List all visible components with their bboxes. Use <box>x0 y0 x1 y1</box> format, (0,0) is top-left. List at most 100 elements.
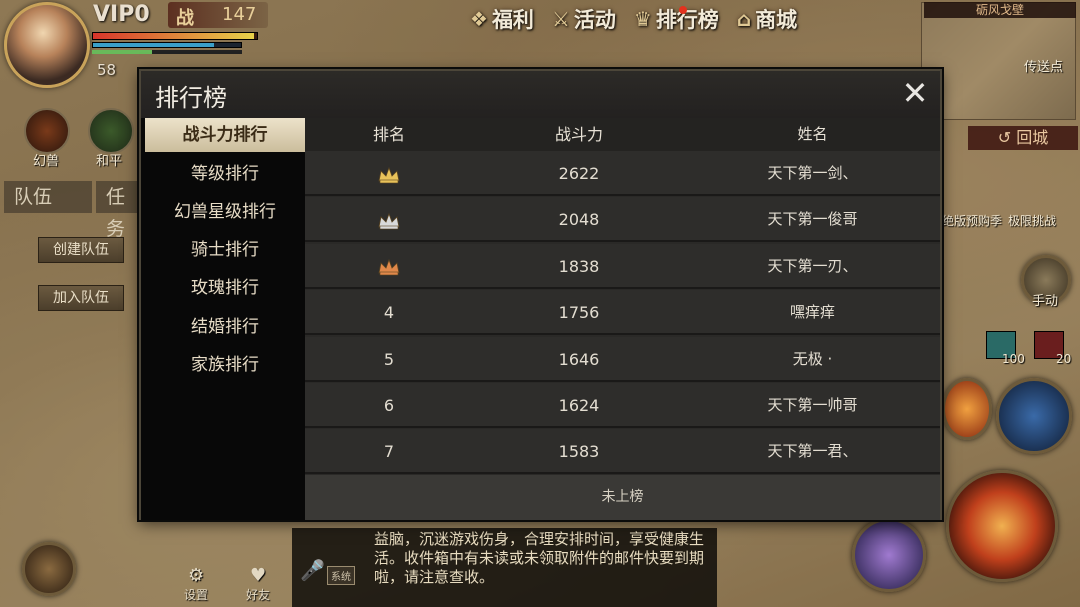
pet-label: 幻兽 <box>33 154 60 169</box>
return-city-label: 回城 <box>1016 128 1049 147</box>
skill-fire-button[interactable] <box>942 378 992 440</box>
xp-bar <box>92 50 242 54</box>
settings-label: 设置 <box>184 588 209 602</box>
close-icon[interactable]: ✕ <box>900 77 930 109</box>
ranking-dialog: 排行榜 ✕ 战斗力排行 等级排行 幻兽星级排行 骑士排行 玫瑰排行 结婚排行 家… <box>139 69 942 520</box>
potion-slot-1-count: 100 <box>1002 352 1025 366</box>
chat-message: 益脑，沉迷游戏伤身，合理安排时间，享受健康生活。收件箱中有未读或未领取附件的邮件… <box>374 530 705 586</box>
bronze-crown-icon <box>305 244 473 289</box>
gift-icon: ❖ <box>470 7 488 31</box>
menu-welfare[interactable]: ❖ 福利 <box>470 4 534 34</box>
power-cell: 2048 <box>558 210 600 230</box>
column-power: 战斗力 <box>554 125 603 144</box>
friends-button[interactable]: ♥ 好友 <box>246 565 270 603</box>
join-team-button[interactable]: 加入队伍 <box>38 285 124 311</box>
category-power[interactable]: 战斗力排行 <box>145 118 305 152</box>
power-cell: 1838 <box>558 256 600 276</box>
peace-mode-button[interactable] <box>88 108 134 154</box>
chat-channel-tag: 系统 <box>327 566 355 585</box>
menu-shop-label: 商城 <box>755 8 798 32</box>
mount-button[interactable] <box>22 542 76 596</box>
power-cell: 1624 <box>558 396 600 415</box>
name-cell[interactable]: 天下第一俊哥 <box>685 197 940 242</box>
vip-level[interactable]: VIP0 <box>93 2 150 27</box>
mp-bar <box>92 42 242 48</box>
menu-shop[interactable]: ⌂ 商城 <box>737 4 797 34</box>
ranking-category-sidebar: 战斗力排行 等级排行 幻兽星级排行 骑士排行 玫瑰排行 结婚排行 家族排行 <box>141 118 305 520</box>
rank-cell: 6 <box>383 396 395 415</box>
category-knight[interactable]: 骑士排行 <box>145 233 305 267</box>
event-preorder[interactable]: 绝版预购季 <box>942 212 1002 229</box>
dialog-header: 排行榜 ✕ <box>141 71 940 118</box>
name-cell[interactable]: 天下第一剑、 <box>685 151 940 196</box>
tab-team[interactable]: 队伍 <box>4 181 92 213</box>
handshake-icon: ♥ <box>249 565 267 586</box>
menu-welfare-label: 福利 <box>491 8 534 32</box>
map-name: 砺风戈壁 <box>924 2 1076 18</box>
dialog-title: 排行榜 <box>155 84 227 112</box>
microphone-icon[interactable]: 🎤 <box>300 558 325 582</box>
name-cell[interactable]: 嘿痒痒 <box>685 290 940 335</box>
potion-slot-2-count: 20 <box>1056 352 1072 366</box>
category-family[interactable]: 家族排行 <box>145 348 305 382</box>
power-value: 147 <box>222 4 257 25</box>
name-cell[interactable]: 无极 · <box>685 337 940 382</box>
return-city-button[interactable]: ↺ 回城 <box>968 126 1078 150</box>
name-cell[interactable]: 天下第一帅哥 <box>685 383 940 428</box>
auto-manual-label: 手动 <box>1032 294 1059 309</box>
crossed-swords-icon: ⚔ <box>551 7 570 31</box>
attack-button[interactable] <box>946 470 1058 582</box>
settings-button[interactable]: ⚙ 设置 <box>184 565 208 603</box>
table-row[interactable]: 7 1583 天下第一君、 <box>305 429 940 475</box>
category-rose[interactable]: 玫瑰排行 <box>145 271 305 305</box>
shop-icon: ⌂ <box>736 7 752 31</box>
gold-crown-icon <box>305 151 473 196</box>
category-level[interactable]: 等级排行 <box>145 157 305 191</box>
power-cell: 1646 <box>558 349 600 369</box>
pet-button[interactable] <box>24 108 70 154</box>
table-row[interactable]: 2622 天下第一剑、 <box>305 151 940 196</box>
peace-mode-label: 和平 <box>96 154 123 169</box>
player-level: 58 <box>97 61 117 79</box>
category-pet-star[interactable]: 幻兽星级排行 <box>145 195 305 229</box>
table-row[interactable]: 6 1624 天下第一帅哥 <box>305 383 940 428</box>
teleport-point-label[interactable]: 传送点 <box>1024 56 1063 75</box>
event-challenge[interactable]: 极限挑战 <box>1008 212 1056 229</box>
power-cell: 2622 <box>558 164 600 183</box>
my-rank-status: 未上榜 <box>305 475 940 520</box>
hp-bar-fill <box>93 33 254 39</box>
table-row[interactable]: 4 1756 嘿痒痒 <box>305 290 940 336</box>
name-cell[interactable]: 天下第一刃、 <box>685 244 940 289</box>
tab-task[interactable]: 任务 <box>96 181 140 240</box>
rank-cell: 4 <box>383 303 395 323</box>
silver-crown-icon <box>305 197 473 242</box>
name-cell[interactable]: 天下第一君、 <box>685 429 940 474</box>
friends-label: 好友 <box>246 588 271 602</box>
chat-box[interactable]: 🎤 系统 益脑，沉迷游戏伤身，合理安排时间，享受健康生活。收件箱中有未读或未领取… <box>292 528 717 607</box>
menu-ranking[interactable]: ♛ 排行榜 <box>634 4 719 34</box>
power-tag: 战 <box>176 8 194 29</box>
mp-bar-fill <box>93 43 215 47</box>
table-row[interactable]: 5 1646 无极 · <box>305 336 940 382</box>
column-rank: 排名 <box>372 125 405 144</box>
player-avatar[interactable] <box>4 2 90 88</box>
create-team-button[interactable]: 创建队伍 <box>38 237 124 263</box>
top-menu: ❖ 福利 ⚔ 活动 ♛ 排行榜 ⌂ 商城 <box>470 4 797 34</box>
gear-icon: ⚙ <box>187 565 205 586</box>
rank-cell: 7 <box>383 442 395 462</box>
skill-ice-button[interactable] <box>996 378 1072 454</box>
activity-notification-dot <box>679 6 687 14</box>
ranking-table: 排名 战斗力 姓名 2622 天下第一剑、 2048 天下第一俊哥 1838 天下第一刃、… <box>305 118 940 520</box>
menu-activity[interactable]: ⚔ 活动 <box>552 4 616 34</box>
skill-arcane-button[interactable] <box>852 518 926 592</box>
rank-cell: 5 <box>383 349 395 369</box>
hp-bar <box>92 32 258 40</box>
menu-ranking-label: 排行榜 <box>655 8 719 32</box>
table-header: 排名 战斗力 姓名 <box>305 118 940 151</box>
table-row[interactable]: 2048 天下第一俊哥 <box>305 197 940 243</box>
category-marriage[interactable]: 结婚排行 <box>145 310 305 344</box>
menu-activity-label: 活动 <box>573 8 616 32</box>
table-row[interactable]: 1838 天下第一刃、 <box>305 243 940 289</box>
column-name: 姓名 <box>797 125 828 143</box>
xp-bar-fill <box>92 50 152 54</box>
